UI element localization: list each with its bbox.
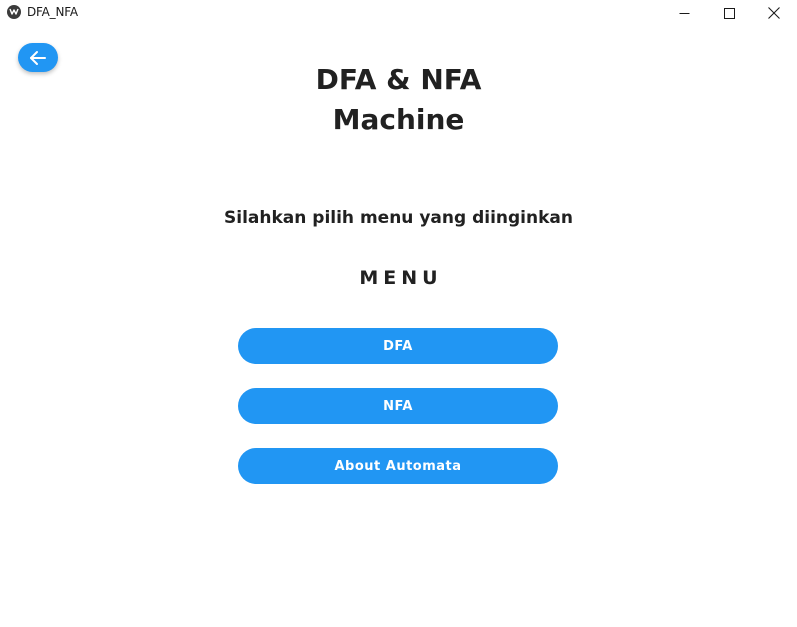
menu-heading: MENU — [359, 267, 443, 289]
dfa-button[interactable]: DFA — [238, 328, 558, 364]
nfa-button[interactable]: NFA — [238, 388, 558, 424]
window-title: DFA_NFA — [27, 5, 78, 19]
maximize-button[interactable] — [706, 0, 752, 26]
app-logo-icon — [7, 5, 21, 19]
maximize-icon — [723, 7, 735, 19]
title-bar[interactable]: DFA_NFA — [0, 0, 797, 26]
minimize-button[interactable] — [661, 0, 707, 26]
close-icon — [768, 7, 780, 19]
minimize-icon — [679, 12, 689, 14]
page-title-line2: Machine — [332, 103, 465, 136]
instruction-text: Silahkan pilih menu yang diinginkan — [224, 208, 573, 228]
app-window: DFA_NFA DFA & NFA Machine Silahkan pilih… — [0, 0, 797, 627]
page-title: DFA & NFA Machine — [0, 60, 797, 140]
about-automata-button[interactable]: About Automata — [238, 448, 558, 484]
close-button[interactable] — [751, 0, 797, 26]
page-title-line1: DFA & NFA — [315, 63, 482, 96]
